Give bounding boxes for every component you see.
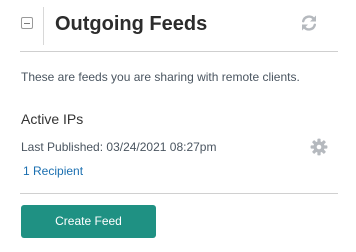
gear-icon[interactable] — [310, 138, 328, 156]
refresh-icon[interactable] — [299, 13, 319, 33]
header-divider — [20, 51, 338, 52]
panel-description: These are feeds you are sharing with rem… — [21, 70, 300, 84]
create-feed-button[interactable]: Create Feed — [21, 205, 156, 238]
recipients-link[interactable]: 1 Recipient — [23, 163, 83, 179]
last-published: Last Published: 03/24/2021 08:27pm — [21, 140, 217, 154]
title-divider — [43, 7, 44, 45]
feed-name: Active IPs — [21, 111, 84, 127]
feed-divider — [20, 193, 338, 194]
outgoing-feeds-panel: Outgoing Feeds These are feeds you are s… — [0, 0, 356, 252]
collapse-icon[interactable] — [21, 17, 33, 29]
panel-title: Outgoing Feeds — [55, 13, 208, 35]
